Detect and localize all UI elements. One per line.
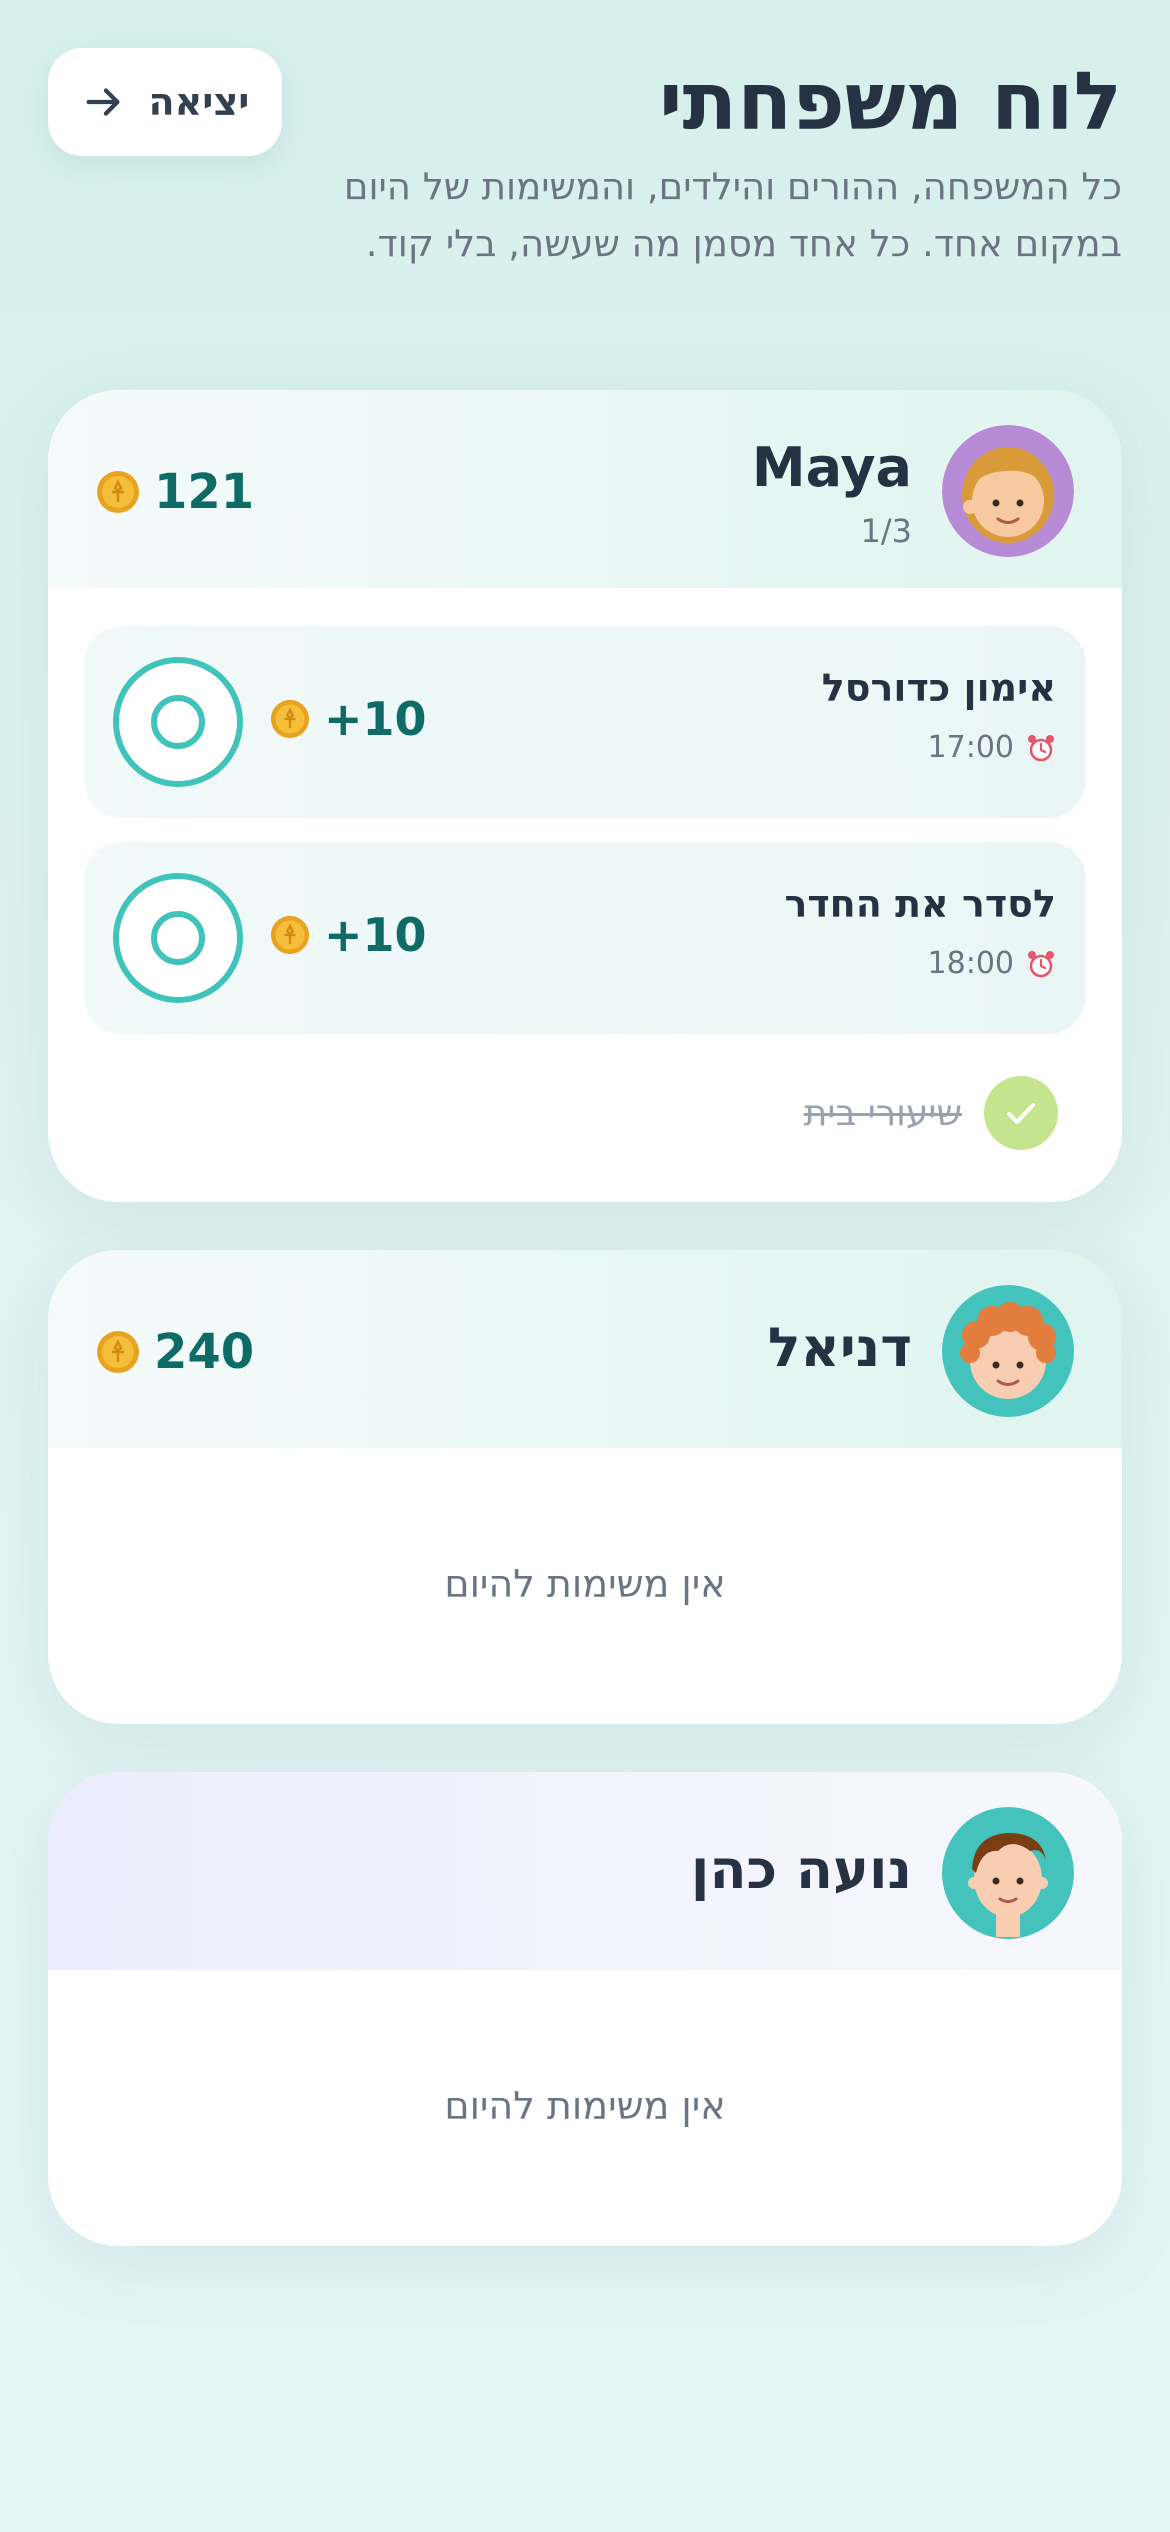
task-time-text: 18:00 bbox=[927, 946, 1014, 981]
member-card-header: דניאל 240 bbox=[48, 1250, 1122, 1448]
avatar-noa[interactable] bbox=[942, 1807, 1074, 1939]
member-name: נועה כהן bbox=[690, 1838, 912, 1901]
coin-icon bbox=[270, 699, 310, 739]
complete-task-button[interactable] bbox=[112, 872, 244, 1004]
task-title: אימון כדורסל bbox=[821, 666, 1056, 710]
task-points: +10 bbox=[270, 692, 427, 746]
avatar-daniel[interactable] bbox=[942, 1285, 1074, 1417]
exit-label: יציאה bbox=[148, 80, 250, 124]
empty-tasks-message: אין משימות להיום bbox=[444, 1562, 726, 1606]
empty-tasks-message: אין משימות להיום bbox=[444, 2084, 726, 2128]
complete-task-button[interactable] bbox=[112, 656, 244, 788]
task-points-value: +10 bbox=[324, 908, 427, 962]
coin-icon bbox=[97, 1331, 139, 1373]
task-title: לסדר את החדר bbox=[784, 882, 1056, 926]
member-card-maya: Maya 1/3 121 אימון כדורסל 17:00 +10 לסדר… bbox=[48, 390, 1122, 1202]
task-time: 18:00 bbox=[928, 946, 1056, 981]
coin-icon bbox=[97, 471, 139, 513]
page-title: לוח משפחתי bbox=[658, 55, 1122, 148]
empty-check-circle-icon bbox=[113, 873, 243, 1003]
points-value: 240 bbox=[154, 1324, 255, 1380]
task-progress: 1/3 bbox=[860, 512, 913, 550]
done-check-button[interactable] bbox=[984, 1076, 1058, 1150]
exit-button[interactable]: יציאה bbox=[48, 48, 282, 156]
avatar-maya[interactable] bbox=[942, 425, 1074, 557]
task-time: 17:00 bbox=[928, 730, 1056, 765]
task-item[interactable]: לסדר את החדר 18:00 +10 bbox=[84, 842, 1086, 1034]
points-value: 121 bbox=[154, 464, 255, 520]
task-time-text: 17:00 bbox=[927, 730, 1014, 765]
task-points-value: +10 bbox=[324, 692, 427, 746]
empty-check-circle-icon bbox=[113, 657, 243, 787]
coin-icon bbox=[270, 915, 310, 955]
done-task-title: שיעורי בית bbox=[803, 1092, 962, 1134]
check-icon bbox=[1007, 1103, 1035, 1124]
member-name: Maya bbox=[751, 436, 912, 499]
member-card-noa: נועה כהן אין משימות להיום bbox=[48, 1772, 1122, 2246]
task-item[interactable]: אימון כדורסל 17:00 +10 bbox=[84, 626, 1086, 818]
alarm-clock-icon bbox=[1028, 734, 1054, 761]
page-header: לוח משפחתי כל המשפחה, ההורים והילדים, וה… bbox=[48, 48, 1122, 348]
arrow-right-icon bbox=[86, 88, 120, 116]
points-badge: 240 bbox=[96, 1324, 254, 1380]
alarm-clock-icon bbox=[1028, 950, 1054, 977]
member-card-header: נועה כהן bbox=[48, 1772, 1122, 1970]
points-badge: 121 bbox=[96, 464, 254, 520]
member-card-daniel: דניאל 240 אין משימות להיום bbox=[48, 1250, 1122, 1724]
member-name: דניאל bbox=[767, 1316, 912, 1379]
done-task-item[interactable]: שיעורי בית bbox=[804, 1076, 1058, 1150]
page-subtitle: כל המשפחה, ההורים והילדים, והמשימות של ה… bbox=[343, 165, 1122, 265]
task-points: +10 bbox=[270, 908, 427, 962]
member-card-header: Maya 1/3 121 bbox=[48, 390, 1122, 588]
